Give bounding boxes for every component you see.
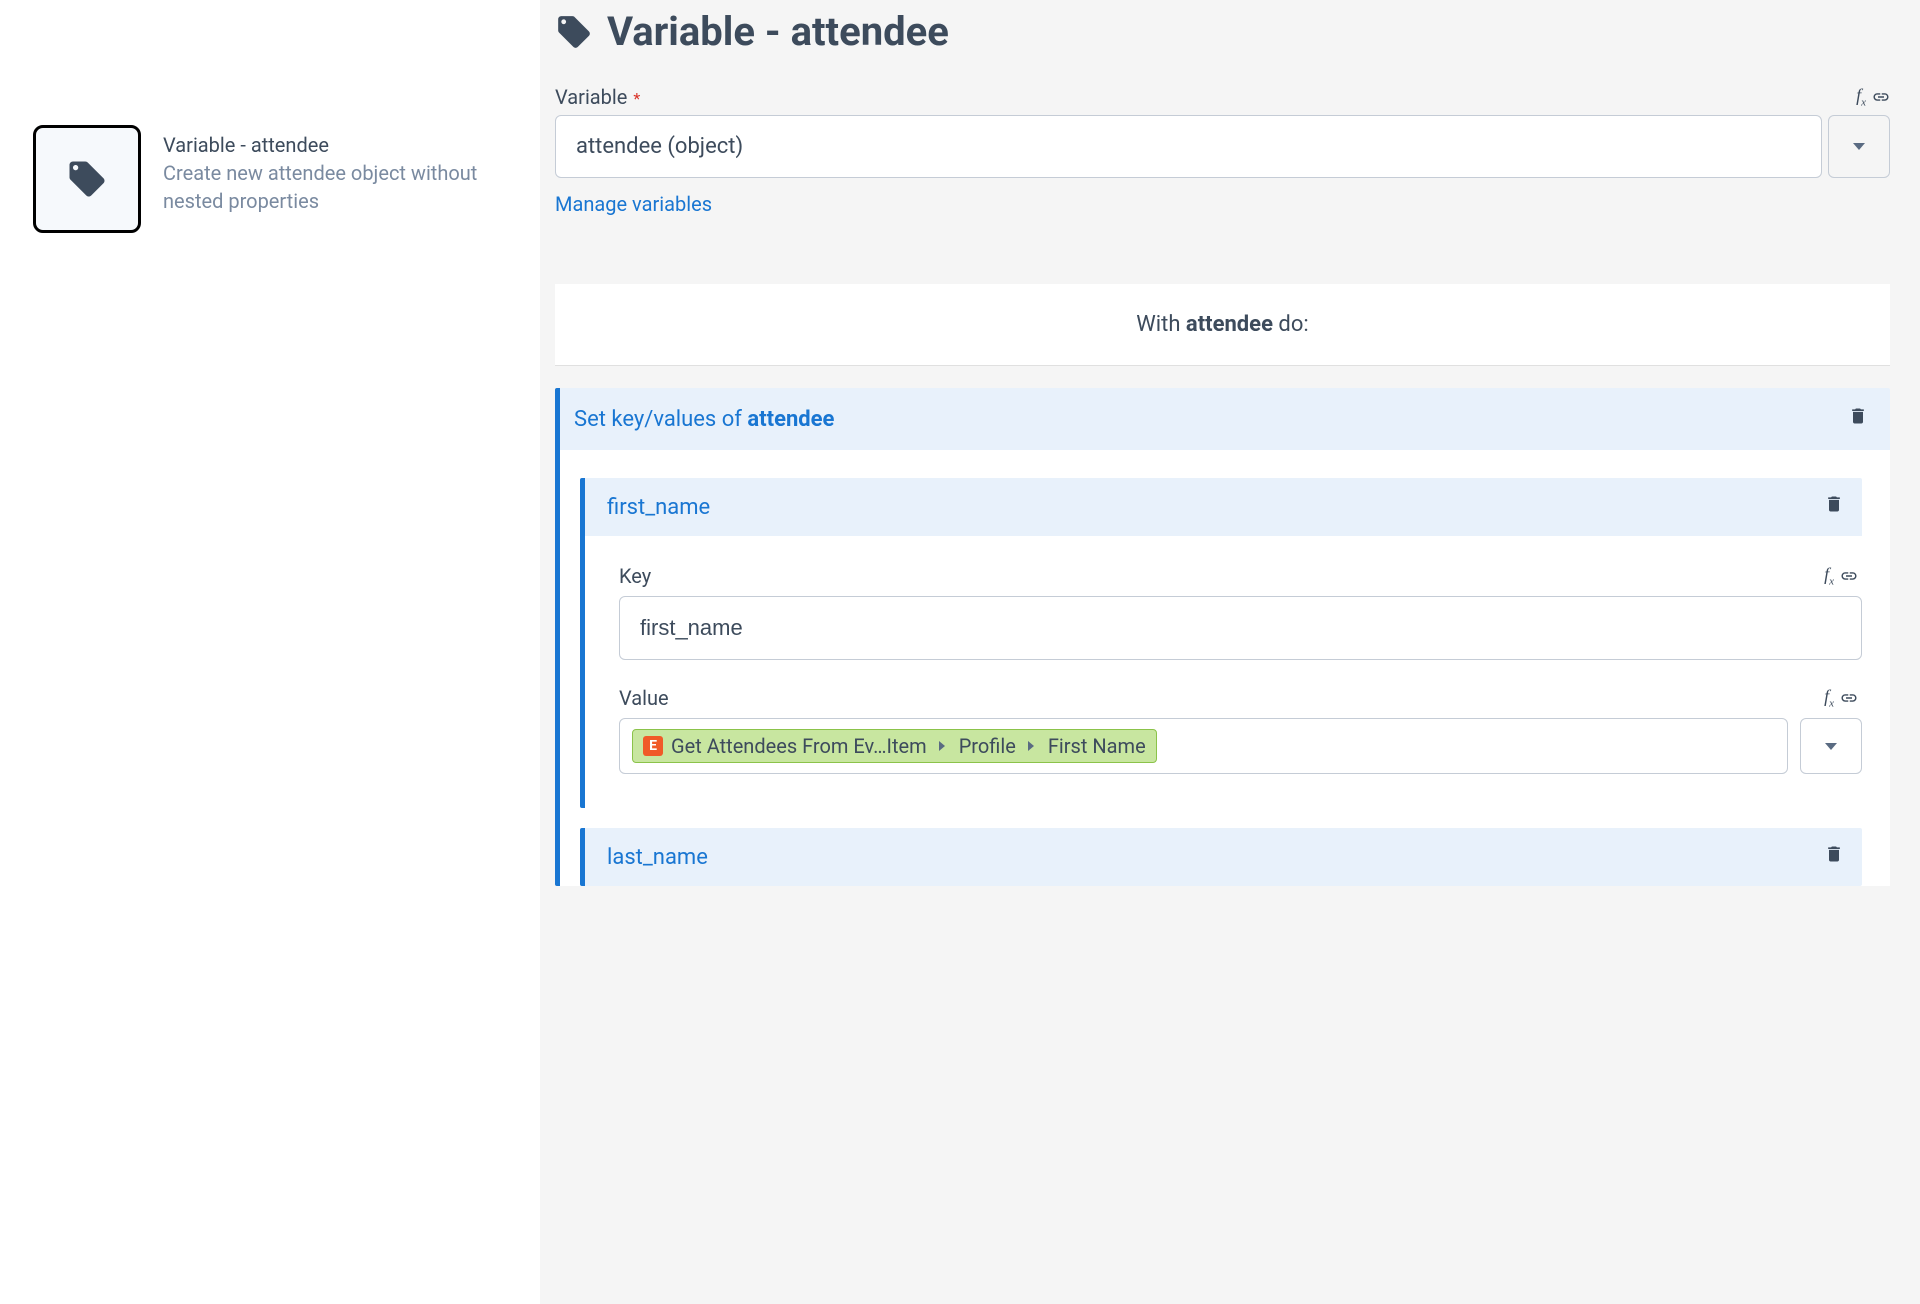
pill-seg-2: First Name — [1048, 734, 1146, 758]
manage-variables-link[interactable]: Manage variables — [555, 192, 712, 216]
tag-icon — [555, 13, 593, 51]
with-do-banner: With attendee do: — [555, 284, 1890, 366]
chevron-right-icon — [1028, 741, 1036, 751]
variable-node-icon-box[interactable] — [33, 125, 141, 233]
set-kv-title[interactable]: Set key/values of attendee — [574, 407, 834, 432]
value-input-first-name[interactable]: E Get Attendees From Ev…Item Profile Fir… — [619, 718, 1788, 774]
pill-seg-0: Get Attendees From Ev…Item — [671, 734, 927, 758]
eventbrite-icon: E — [643, 736, 663, 756]
variable-select-dropdown-button[interactable] — [1828, 115, 1890, 178]
chevron-down-icon — [1825, 743, 1837, 750]
key-label: Key — [619, 564, 651, 588]
key-input-first-name[interactable] — [619, 596, 1862, 660]
set-keyvalues-block: Set key/values of attendee first_name — [555, 388, 1890, 886]
variable-field-label: Variable — [555, 85, 627, 109]
trash-icon[interactable] — [1824, 844, 1844, 870]
fx-icon[interactable]: fx — [1856, 85, 1866, 109]
link-icon[interactable] — [1840, 689, 1858, 707]
link-icon[interactable] — [1872, 88, 1890, 106]
with-prefix: With — [1136, 312, 1186, 337]
with-suffix: do: — [1273, 312, 1309, 337]
pill-seg-1: Profile — [959, 734, 1016, 758]
node-title: Variable - attendee — [163, 133, 520, 157]
tag-icon — [66, 158, 108, 200]
trash-icon[interactable] — [1848, 406, 1868, 432]
fx-icon[interactable]: fx — [1824, 686, 1834, 710]
chevron-right-icon — [939, 741, 947, 751]
key-block-last-name: last_name — [580, 828, 1862, 886]
set-kv-prefix: Set key/values of — [574, 407, 747, 432]
chevron-down-icon — [1853, 143, 1865, 150]
required-asterisk: * — [629, 89, 640, 108]
key-name-last-name[interactable]: last_name — [607, 845, 708, 870]
key-block-first-name: first_name Key fx — [580, 478, 1862, 808]
set-kv-var: attendee — [747, 407, 834, 432]
page-title: Variable - attendee — [607, 8, 949, 55]
variable-select-input[interactable]: attendee (object) — [555, 115, 1822, 178]
value-dropdown-button[interactable] — [1800, 718, 1862, 774]
node-description: Create new attendee object without neste… — [163, 159, 520, 215]
node-info: Variable - attendee Create new attendee … — [163, 125, 520, 215]
fx-icon[interactable]: fx — [1824, 564, 1834, 588]
link-icon[interactable] — [1840, 567, 1858, 585]
key-name-first-name[interactable]: first_name — [607, 495, 710, 520]
value-pill[interactable]: E Get Attendees From Ev…Item Profile Fir… — [632, 729, 1157, 763]
with-var: attendee — [1186, 312, 1273, 337]
value-label: Value — [619, 686, 669, 710]
trash-icon[interactable] — [1824, 494, 1844, 520]
